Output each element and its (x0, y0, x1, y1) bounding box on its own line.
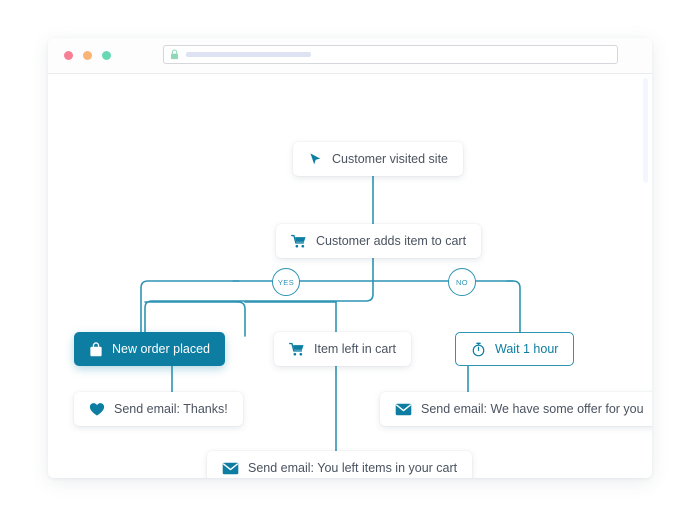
decision-label: NO (455, 277, 469, 287)
minimize-window-button[interactable] (83, 51, 92, 60)
cursor-icon (310, 152, 321, 164)
flow-node-label: New order placed (112, 341, 210, 356)
cart-icon (289, 342, 304, 356)
flow-node-send-email-left-items[interactable]: Send email: You left items in your cart (207, 451, 473, 478)
decision-yes[interactable]: YES (272, 268, 300, 296)
flow-node-wait-1-hour[interactable]: Wait 1 hour (455, 332, 575, 366)
flow-node-label: Send email: We have some offer for you (421, 401, 644, 416)
flow-node-new-order-placed[interactable]: New order placed (74, 332, 225, 366)
flow-node-label: Send email: Thanks! (114, 401, 228, 416)
flow-node-customer-adds-item-to-cart[interactable]: Customer adds item to cart (276, 224, 482, 258)
stopwatch-icon (472, 342, 485, 356)
decision-label: YES (277, 277, 295, 287)
flow-node-label: Customer adds item to cart (316, 233, 467, 248)
browser-window: Customer visited site Customer adds item… (48, 38, 652, 478)
decision-no[interactable]: NO (448, 268, 476, 296)
envelope-icon (395, 403, 412, 415)
browser-titlebar (48, 38, 652, 74)
flow-node-customer-visited-site[interactable]: Customer visited site (293, 142, 464, 176)
lock-icon (170, 49, 179, 60)
maximize-window-button[interactable] (102, 51, 111, 60)
flow-node-label: Send email: You left items in your cart (248, 460, 458, 475)
bag-icon (90, 341, 102, 356)
cart-icon (291, 234, 306, 248)
flow-node-send-email-offer[interactable]: Send email: We have some offer for you (380, 392, 652, 426)
close-window-button[interactable] (64, 51, 73, 60)
envelope-icon (222, 462, 239, 474)
flow-node-label: Wait 1 hour (495, 341, 559, 356)
url-bar[interactable] (163, 45, 618, 64)
flow-node-send-email-thanks[interactable]: Send email: Thanks! (74, 392, 243, 426)
flow-node-label: Customer visited site (332, 151, 449, 166)
url-input[interactable] (186, 52, 311, 57)
flow-canvas[interactable]: Customer visited site Customer adds item… (48, 74, 652, 478)
heart-icon (89, 402, 105, 415)
flow-node-label: Item left in cart (314, 341, 396, 356)
traffic-lights (64, 51, 111, 60)
flow-node-item-left-in-cart[interactable]: Item left in cart (274, 332, 411, 366)
canvas-scrollbar-thumb[interactable] (643, 78, 648, 183)
